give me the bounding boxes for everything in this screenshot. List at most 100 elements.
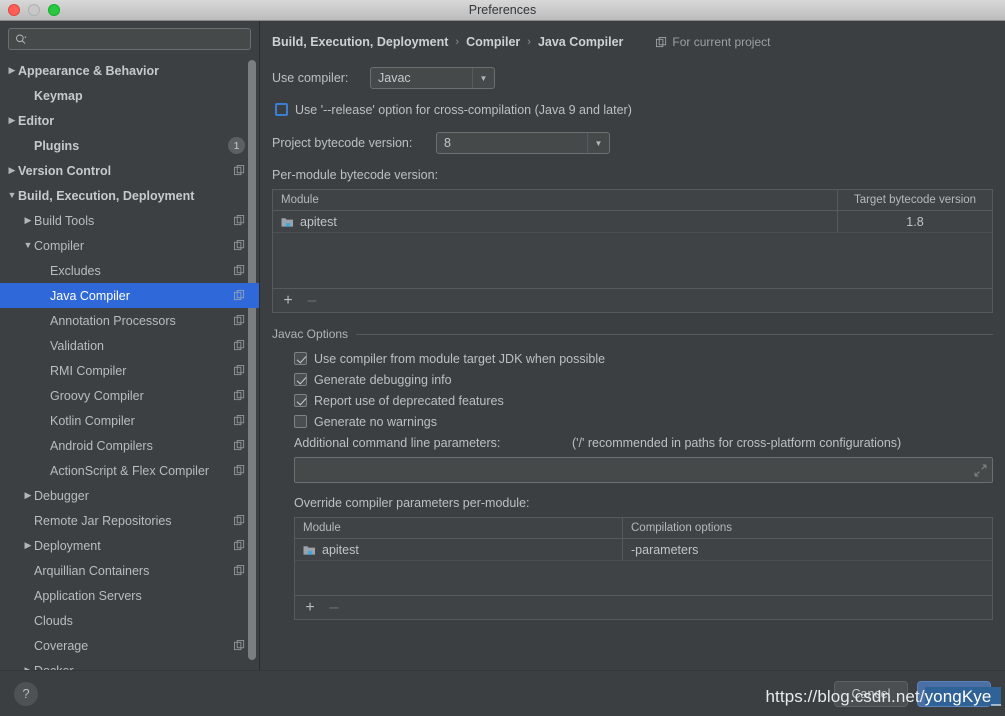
search-box[interactable] bbox=[8, 28, 251, 50]
additional-params-hint: ('/' recommended in paths for cross-plat… bbox=[572, 436, 901, 450]
sidebar-item-application-servers[interactable]: Application Servers bbox=[0, 583, 259, 608]
chevron-right-icon[interactable]: ▶ bbox=[6, 166, 18, 175]
help-button[interactable]: ? bbox=[14, 682, 38, 706]
ok-button[interactable]: OK bbox=[917, 681, 991, 707]
project-bytecode-select[interactable]: 8 ▼ bbox=[436, 132, 610, 154]
sidebar-item-annotation-processors[interactable]: Annotation Processors bbox=[0, 308, 259, 333]
chevron-right-icon[interactable]: ▶ bbox=[22, 541, 34, 550]
sidebar-item-build-execution-deployment[interactable]: ▼Build, Execution, Deployment bbox=[0, 183, 259, 208]
copy-icon bbox=[234, 165, 245, 176]
table-row[interactable]: apitest 1.8 bbox=[273, 211, 992, 233]
project-scope-icon-wrap bbox=[234, 340, 245, 351]
chevron-right-icon[interactable]: ▶ bbox=[6, 66, 18, 75]
project-bytecode-row: Project bytecode version: 8 ▼ bbox=[272, 132, 993, 154]
sidebar-item-label: Validation bbox=[50, 339, 104, 353]
override-table-empty-area[interactable] bbox=[295, 561, 992, 595]
override-cell-module-text: apitest bbox=[322, 543, 359, 557]
sidebar-item-coverage[interactable]: Coverage bbox=[0, 633, 259, 658]
sidebar-item-java-compiler[interactable]: Java Compiler bbox=[0, 283, 259, 308]
sidebar-item-actionscript-flex-compiler[interactable]: ActionScript & Flex Compiler bbox=[0, 458, 259, 483]
chevron-right-icon[interactable]: ▶ bbox=[22, 491, 34, 500]
remove-module-button[interactable]: – bbox=[305, 293, 319, 309]
chevron-right-icon[interactable]: ▶ bbox=[22, 216, 34, 225]
sidebar-item-label: Coverage bbox=[34, 639, 88, 653]
javac-option-row[interactable]: Use compiler from module target JDK when… bbox=[294, 348, 993, 369]
chevron-down-icon[interactable]: ▼ bbox=[6, 191, 18, 200]
breadcrumb-item-1[interactable]: Compiler bbox=[466, 35, 520, 49]
cancel-button[interactable]: Cancel bbox=[834, 681, 908, 707]
search-input[interactable] bbox=[31, 32, 244, 46]
sidebar-item-android-compilers[interactable]: Android Compilers bbox=[0, 433, 259, 458]
bytecode-table-header: Module Target bytecode version bbox=[273, 190, 992, 211]
override-table[interactable]: Module Compilation options apitest -para… bbox=[294, 517, 993, 620]
dialog-buttons: Cancel OK bbox=[834, 681, 991, 707]
sidebar-item-editor[interactable]: ▶Editor bbox=[0, 108, 259, 133]
dialog-footer: ? Cancel OK https://blog.csdn.net/yongKy… bbox=[0, 670, 1005, 716]
chevron-right-icon[interactable]: ▶ bbox=[6, 116, 18, 125]
sidebar-item-rmi-compiler[interactable]: RMI Compiler bbox=[0, 358, 259, 383]
expand-icon[interactable] bbox=[974, 464, 987, 477]
copy-icon bbox=[234, 265, 245, 276]
tree-indent-spacer bbox=[22, 591, 34, 600]
release-option-row[interactable]: Use '--release' option for cross-compila… bbox=[275, 99, 993, 120]
sidebar-item-keymap[interactable]: Keymap bbox=[0, 83, 259, 108]
sidebar-item-label: Appearance & Behavior bbox=[18, 64, 159, 78]
settings-tree[interactable]: ▶Appearance & Behavior Keymap▶Editor Plu… bbox=[0, 56, 259, 670]
breadcrumb-item-0[interactable]: Build, Execution, Deployment bbox=[272, 35, 448, 49]
release-option-label: Use '--release' option for cross-compila… bbox=[295, 103, 632, 117]
javac-option-checkbox[interactable] bbox=[294, 373, 307, 386]
tree-indent-spacer bbox=[38, 316, 50, 325]
sidebar-item-build-tools[interactable]: ▶Build Tools bbox=[0, 208, 259, 233]
javac-option-checkbox[interactable] bbox=[294, 394, 307, 407]
javac-option-row[interactable]: Report use of deprecated features bbox=[294, 390, 993, 411]
add-override-button[interactable]: + bbox=[303, 600, 317, 616]
use-compiler-select[interactable]: Javac ▼ bbox=[370, 67, 495, 89]
sidebar-item-debugger[interactable]: ▶Debugger bbox=[0, 483, 259, 508]
tree-indent-spacer bbox=[22, 641, 34, 650]
per-module-bytecode-label: Per-module bytecode version: bbox=[272, 168, 993, 182]
javac-option-checkbox[interactable] bbox=[294, 352, 307, 365]
sidebar-item-kotlin-compiler[interactable]: Kotlin Compiler bbox=[0, 408, 259, 433]
plugins-update-badge: 1 bbox=[228, 137, 245, 154]
additional-params-input[interactable] bbox=[294, 457, 993, 483]
javac-option-row[interactable]: Generate no warnings bbox=[294, 411, 993, 432]
sidebar-item-version-control[interactable]: ▶Version Control bbox=[0, 158, 259, 183]
sidebar-item-groovy-compiler[interactable]: Groovy Compiler bbox=[0, 383, 259, 408]
sidebar-item-deployment[interactable]: ▶Deployment bbox=[0, 533, 259, 558]
bytecode-cell-target[interactable]: 1.8 bbox=[837, 211, 992, 232]
project-bytecode-label: Project bytecode version: bbox=[272, 136, 436, 150]
sidebar-item-clouds[interactable]: Clouds bbox=[0, 608, 259, 633]
chevron-down-icon[interactable]: ▼ bbox=[22, 241, 34, 250]
override-cell-options[interactable]: -parameters bbox=[622, 539, 992, 560]
sidebar-item-appearance-behavior[interactable]: ▶Appearance & Behavior bbox=[0, 58, 259, 83]
sidebar-item-label: Annotation Processors bbox=[50, 314, 176, 328]
project-scope-icon-wrap bbox=[234, 265, 245, 276]
sidebar-item-plugins[interactable]: Plugins1 bbox=[0, 133, 259, 158]
tree-indent-spacer bbox=[38, 266, 50, 275]
sidebar-item-validation[interactable]: Validation bbox=[0, 333, 259, 358]
sidebar-item-label: RMI Compiler bbox=[50, 364, 126, 378]
javac-option-checkbox[interactable] bbox=[294, 415, 307, 428]
use-compiler-value: Javac bbox=[371, 71, 472, 85]
override-cell-module: apitest bbox=[295, 539, 622, 560]
javac-option-row[interactable]: Generate debugging info bbox=[294, 369, 993, 390]
copy-icon bbox=[234, 240, 245, 251]
table-row[interactable]: apitest -parameters bbox=[295, 539, 992, 561]
bytecode-table-empty-area[interactable] bbox=[273, 233, 992, 288]
bytecode-cell-module: apitest bbox=[273, 211, 837, 232]
copy-icon bbox=[234, 465, 245, 476]
release-option-checkbox[interactable] bbox=[275, 103, 288, 116]
javac-options-list: Use compiler from module target JDK when… bbox=[294, 348, 993, 432]
copy-icon bbox=[234, 315, 245, 326]
sidebar-item-label: ActionScript & Flex Compiler bbox=[50, 464, 209, 478]
sidebar-item-docker[interactable]: ▶Docker bbox=[0, 658, 259, 670]
remove-override-button[interactable]: – bbox=[327, 600, 341, 616]
add-module-button[interactable]: + bbox=[281, 293, 295, 309]
sidebar-item-remote-jar-repositories[interactable]: Remote Jar Repositories bbox=[0, 508, 259, 533]
sidebar-item-label: Build, Execution, Deployment bbox=[18, 189, 194, 203]
breadcrumb-item-2: Java Compiler bbox=[538, 35, 623, 49]
sidebar-item-excludes[interactable]: Excludes bbox=[0, 258, 259, 283]
sidebar-item-arquillian-containers[interactable]: Arquillian Containers bbox=[0, 558, 259, 583]
bytecode-table[interactable]: Module Target bytecode version apitest 1… bbox=[272, 189, 993, 313]
sidebar-item-compiler[interactable]: ▼Compiler bbox=[0, 233, 259, 258]
